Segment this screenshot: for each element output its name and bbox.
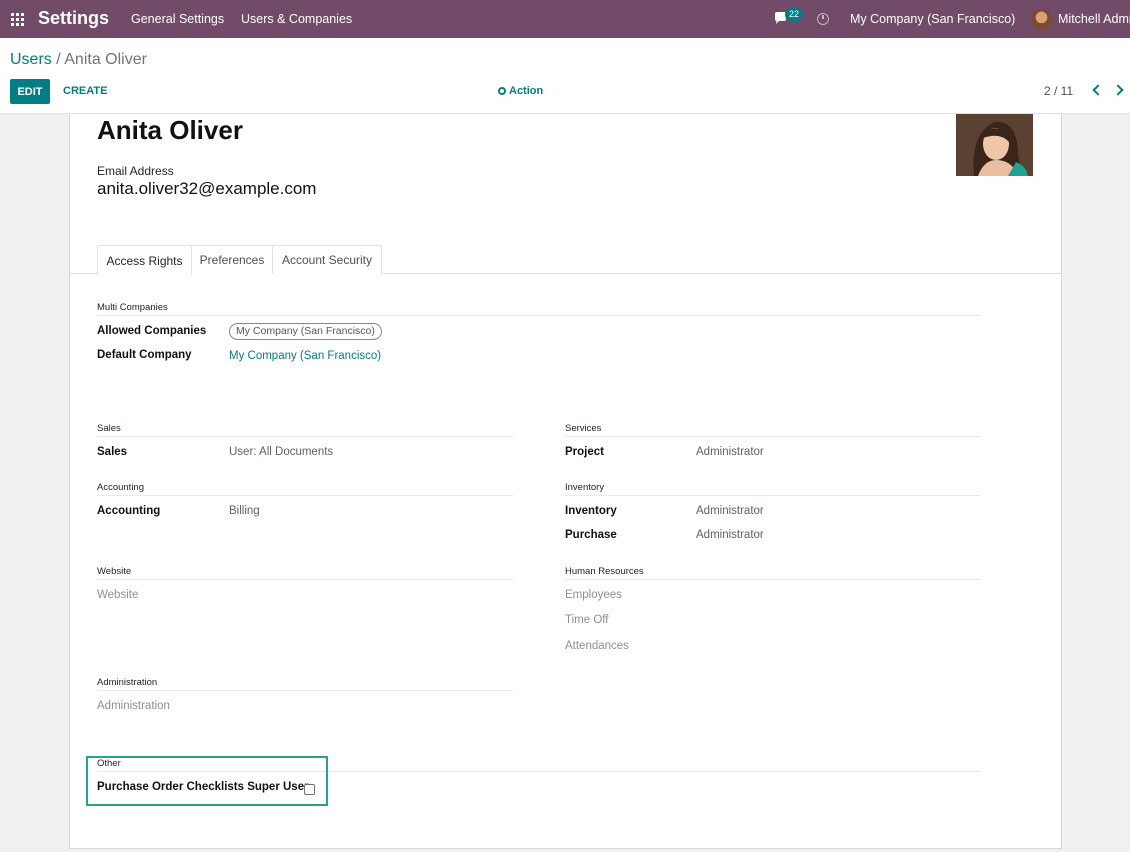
group-title-multi-companies: Multi Companies xyxy=(97,302,168,313)
tab-preferences[interactable]: Preferences xyxy=(191,245,273,274)
breadcrumb-users-link[interactable]: Users xyxy=(10,51,52,68)
group-title-sales: Sales xyxy=(97,423,121,434)
breadcrumb-current: Anita Oliver xyxy=(64,51,147,68)
notebook-tabs: Access Rights Preferences Account Securi… xyxy=(70,245,1061,275)
menu-users-companies[interactable]: Users & Companies xyxy=(241,12,352,26)
user-name-title: Anita Oliver xyxy=(97,115,243,145)
control-panel: Users / Anita Oliver EDIT CREATE Action … xyxy=(0,38,1130,114)
accounting-value: Billing xyxy=(229,505,260,517)
apps-menu-icon[interactable] xyxy=(11,13,24,26)
messages-badge: 22 xyxy=(785,8,804,21)
group-title-inventory: Inventory xyxy=(565,482,605,493)
highlight-box xyxy=(86,756,328,806)
top-navbar: Settings General Settings Users & Compan… xyxy=(0,0,1130,38)
project-label: Project xyxy=(565,446,604,458)
gear-icon xyxy=(498,87,506,95)
group-divider xyxy=(97,579,513,580)
sales-value: User: All Documents xyxy=(229,446,334,458)
create-button[interactable]: CREATE xyxy=(63,85,107,97)
purchase-label: Purchase xyxy=(565,529,617,541)
group-title-accounting: Accounting xyxy=(97,482,145,493)
default-company-label: Default Company xyxy=(97,349,192,361)
allowed-company-tag[interactable]: My Company (San Francisco) xyxy=(229,323,382,340)
menu-general-settings[interactable]: General Settings xyxy=(131,12,224,26)
group-title-administration: Administration xyxy=(97,677,158,688)
tab-account-security[interactable]: Account Security xyxy=(272,245,382,274)
purchase-value: Administrator xyxy=(696,529,764,541)
sales-label: Sales xyxy=(97,446,128,458)
email-label: Email Address xyxy=(97,164,174,178)
inventory-label: Inventory xyxy=(565,505,617,517)
group-divider xyxy=(565,579,981,580)
accounting-label: Accounting xyxy=(97,505,161,517)
inventory-value: Administrator xyxy=(696,505,764,517)
group-divider xyxy=(97,315,981,316)
website-label: Website xyxy=(97,589,139,601)
tab-access-rights[interactable]: Access Rights xyxy=(97,245,192,275)
group-title-human-resources: Human Resources xyxy=(565,566,644,577)
group-divider xyxy=(97,436,513,437)
activity-clock-icon[interactable] xyxy=(817,13,829,25)
email-value: anita.oliver32@example.com xyxy=(97,179,317,198)
group-divider xyxy=(565,436,981,437)
group-divider xyxy=(97,495,513,496)
administration-label: Administration xyxy=(97,700,170,712)
pager-value[interactable]: 2 / 11 xyxy=(1044,84,1073,98)
employees-label: Employees xyxy=(565,589,622,601)
time-off-label: Time Off xyxy=(565,614,609,626)
edit-button[interactable]: EDIT xyxy=(10,79,50,104)
project-value: Administrator xyxy=(696,446,764,458)
group-title-services: Services xyxy=(565,423,602,434)
action-label: Action xyxy=(509,85,544,97)
user-menu[interactable]: Mitchell Admin xyxy=(1058,12,1130,26)
default-company-link[interactable]: My Company (San Francisco) xyxy=(229,350,381,362)
group-divider xyxy=(565,495,981,496)
action-dropdown[interactable]: Action xyxy=(498,85,543,97)
attendances-label: Attendances xyxy=(565,640,629,652)
allowed-companies-label: Allowed Companies xyxy=(97,325,207,337)
user-avatar[interactable] xyxy=(1031,9,1052,30)
breadcrumb: Users / Anita Oliver xyxy=(10,51,147,69)
group-divider xyxy=(97,690,513,691)
company-switcher[interactable]: My Company (San Francisco) xyxy=(850,12,1015,26)
breadcrumb-separator: / xyxy=(56,51,61,68)
user-photo[interactable] xyxy=(956,114,1033,176)
chevron-right-icon[interactable] xyxy=(1112,84,1124,96)
group-title-website: Website xyxy=(97,566,132,577)
form-sheet: Anita Oliver Email Address anita.oliver3… xyxy=(69,114,1062,849)
chevron-left-icon[interactable] xyxy=(1092,84,1104,96)
app-title[interactable]: Settings xyxy=(38,8,109,29)
